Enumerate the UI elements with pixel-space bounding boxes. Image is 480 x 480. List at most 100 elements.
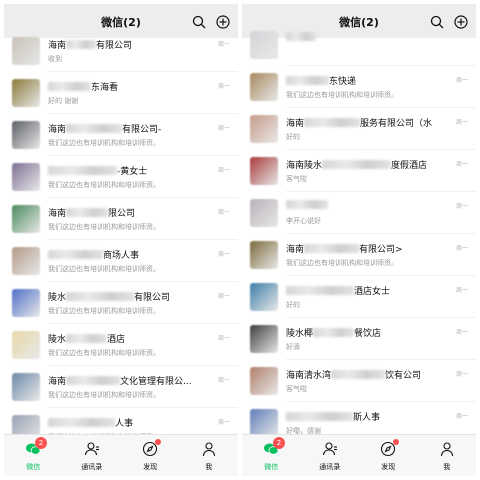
unread-badge: 2 bbox=[35, 437, 47, 449]
chat-list-item[interactable]: 陵水椰 餐饮店 好滴 周一 bbox=[242, 318, 476, 360]
tab-contacts[interactable]: 通讯录 bbox=[63, 435, 122, 476]
chat-list: 东快递 我们这边也有培训机构和培训师资。 周一 海南 服务有限公司（水 好的 周一 海南陵水度… bbox=[242, 24, 476, 444]
chat-preview: 我们这边也有培训机构和培训师资。 bbox=[48, 265, 160, 273]
chat-name-suffix: 有限公司> bbox=[359, 245, 403, 255]
chat-meta: 海南陵水 度假酒店 客气啦 bbox=[286, 150, 476, 192]
redacted-text bbox=[286, 286, 354, 295]
chat-time: 周一 bbox=[455, 77, 468, 84]
redacted-text bbox=[304, 244, 360, 253]
chat-name: 海南陵水 度假酒店 bbox=[286, 158, 427, 171]
tab-chats[interactable]: 微信 2 bbox=[4, 435, 63, 476]
chat-preview: 我们这边也有培训机构和培训师资。 bbox=[48, 139, 160, 147]
chat-list-item[interactable]: 海南 有限公司> 我们这边也有培训机构和培训师资。 周一 bbox=[242, 234, 476, 276]
tab-label: 我 bbox=[443, 463, 451, 471]
tab-me[interactable]: 我 bbox=[180, 435, 239, 476]
chat-list-item[interactable]: 东海看 好的 谢谢 周一 bbox=[4, 72, 238, 114]
redacted-text bbox=[322, 160, 392, 169]
chat-name-prefix: 海南陵水 bbox=[286, 161, 323, 171]
chat-list-item[interactable]: 海南陵水 度假酒店 客气啦 周一 bbox=[242, 150, 476, 192]
chat-meta: 陵水 酒店 我们这边也有培训机构和培训师资。 bbox=[48, 324, 238, 366]
redacted-text bbox=[66, 292, 135, 301]
chat-meta: 海南 有限公司> 我们这边也有培训机构和培训师资。 bbox=[286, 234, 476, 276]
chat-meta: 东海看 好的 谢谢 bbox=[48, 72, 238, 114]
avatar bbox=[12, 247, 40, 275]
chat-name-prefix: 陵水 bbox=[48, 293, 67, 303]
chat-list-item[interactable]: -黄女士 我们这边也有培训机构和培训师资。 周一 bbox=[4, 156, 238, 198]
compass-icon bbox=[142, 441, 158, 461]
chat-preview: 好滴 bbox=[286, 343, 300, 351]
chat-list-item[interactable]: 商场人事 我们这边也有培训机构和培训师资。 周一 bbox=[4, 240, 238, 282]
chat-time: 周一 bbox=[217, 83, 230, 90]
chat-meta: 陵水 有限公司 我们这边也有培训机构和培训师资。 bbox=[48, 282, 238, 324]
redacted-text bbox=[66, 376, 121, 385]
chat-name-suffix: 斯人事 bbox=[353, 413, 381, 423]
avatar bbox=[250, 283, 278, 311]
chat-list-item[interactable]: 李开心说好 周一 bbox=[242, 192, 476, 234]
chat-preview: 我们这边也有培训机构和培训师资。 bbox=[286, 259, 398, 267]
chat-preview: 我们这边也有培训机构和培训师资。 bbox=[48, 391, 160, 399]
tab-label: 通讯录 bbox=[319, 463, 341, 471]
chat-name-suffix: 酒店女士 bbox=[354, 287, 391, 297]
chat-time: 周一 bbox=[217, 293, 230, 300]
chat-meta: 东快递 我们这边也有培训机构和培训师资。 bbox=[286, 66, 476, 108]
chat-list: 海南 有限公司 收到 周一 东海看 好的 谢谢 周一 海南 有限公司- 我们这边也有培训机构和培训… bbox=[4, 30, 238, 450]
chat-name-prefix: 陵水 bbox=[48, 335, 67, 345]
search-icon[interactable] bbox=[192, 14, 206, 29]
chat-list-item[interactable]: 陵水 有限公司 我们这边也有培训机构和培训师资。 周一 bbox=[4, 282, 238, 324]
tab-chats[interactable]: 微信 2 bbox=[242, 435, 301, 476]
avatar bbox=[12, 331, 40, 359]
redacted-text bbox=[286, 32, 316, 41]
tab-label: 我 bbox=[205, 463, 213, 471]
tab-contacts[interactable]: 通讯录 bbox=[301, 435, 360, 476]
chat-name-suffix: 餐饮店 bbox=[354, 329, 382, 339]
chat-name-suffix: 东快递 bbox=[329, 77, 357, 87]
chat-name: 斯人事 bbox=[286, 410, 380, 423]
chat-name-suffix: 有限公司 bbox=[96, 41, 133, 51]
redacted-text bbox=[48, 82, 91, 91]
chat-name: 海南 有限公司 bbox=[48, 38, 132, 51]
chat-list-item[interactable]: 海南 有限公司- 我们这边也有培训机构和培训师资。 周一 bbox=[4, 114, 238, 156]
chat-list-item[interactable]: 海南 有限公司 收到 周一 bbox=[4, 30, 238, 72]
chat-list-item[interactable]: 海南 服务有限公司（水 好的 周一 bbox=[242, 108, 476, 150]
avatar bbox=[250, 115, 278, 143]
redacted-text bbox=[66, 208, 109, 217]
chat-list-item[interactable]: 东快递 我们这边也有培训机构和培训师资。 周一 bbox=[242, 66, 476, 108]
chat-time: 周一 bbox=[455, 371, 468, 378]
tab-me[interactable]: 我 bbox=[418, 435, 477, 476]
redacted-text bbox=[313, 328, 355, 337]
chat-list-item[interactable]: 酒店女士 好的 周一 bbox=[242, 276, 476, 318]
contacts-icon bbox=[84, 442, 100, 461]
left-screen: 微信(2) 海南 有限公司 收到 周一 东海看 好的 谢谢 周一 海南 有限公司- 我们这边也有培… bbox=[4, 4, 238, 476]
chat-name-prefix: 海南 bbox=[286, 245, 305, 255]
chat-meta: 陵水椰 餐饮店 好滴 bbox=[286, 318, 476, 360]
chat-name bbox=[286, 200, 328, 211]
chat-time: 周一 bbox=[455, 203, 468, 210]
chat-name-suffix: 服务有限公司（水 bbox=[360, 119, 433, 129]
person-icon bbox=[439, 442, 455, 461]
chat-list-item[interactable]: 海南清水湾 饮有公司 客气啦 周一 bbox=[242, 360, 476, 402]
tab-discover[interactable]: 发现 bbox=[121, 435, 180, 476]
chat-name: 东海看 bbox=[48, 80, 118, 93]
notification-dot bbox=[155, 439, 161, 445]
avatar bbox=[12, 79, 40, 107]
chat-time: 周一 bbox=[455, 161, 468, 168]
chat-preview: 好的 bbox=[286, 301, 300, 309]
chat-list-item[interactable] bbox=[242, 24, 476, 66]
chat-list-item[interactable]: 海南 限公司 我们这边也有培训机构和培训师资。 周一 bbox=[4, 198, 238, 240]
chat-list-item[interactable]: 海南 文化管理有限公... 我们这边也有培训机构和培训师资。 周一 bbox=[4, 366, 238, 408]
avatar bbox=[250, 367, 278, 395]
tab-discover[interactable]: 发现 bbox=[359, 435, 418, 476]
redacted-text bbox=[48, 418, 115, 427]
chat-list-item[interactable]: 陵水 酒店 我们这边也有培训机构和培训师资。 周一 bbox=[4, 324, 238, 366]
chat-time: 周一 bbox=[455, 119, 468, 126]
chat-time: 周一 bbox=[455, 245, 468, 252]
avatar bbox=[250, 73, 278, 101]
tab-bar: 微信 2 通讯录 发现 我 bbox=[4, 434, 238, 476]
chat-name-suffix: 饮有公司 bbox=[385, 371, 422, 381]
chat-meta bbox=[286, 24, 476, 66]
chat-name: -黄女士 bbox=[48, 164, 147, 177]
add-icon[interactable] bbox=[216, 14, 230, 29]
unread-badge: 2 bbox=[273, 437, 285, 449]
chat-name: 陵水 酒店 bbox=[48, 332, 125, 345]
redacted-text bbox=[331, 370, 386, 379]
